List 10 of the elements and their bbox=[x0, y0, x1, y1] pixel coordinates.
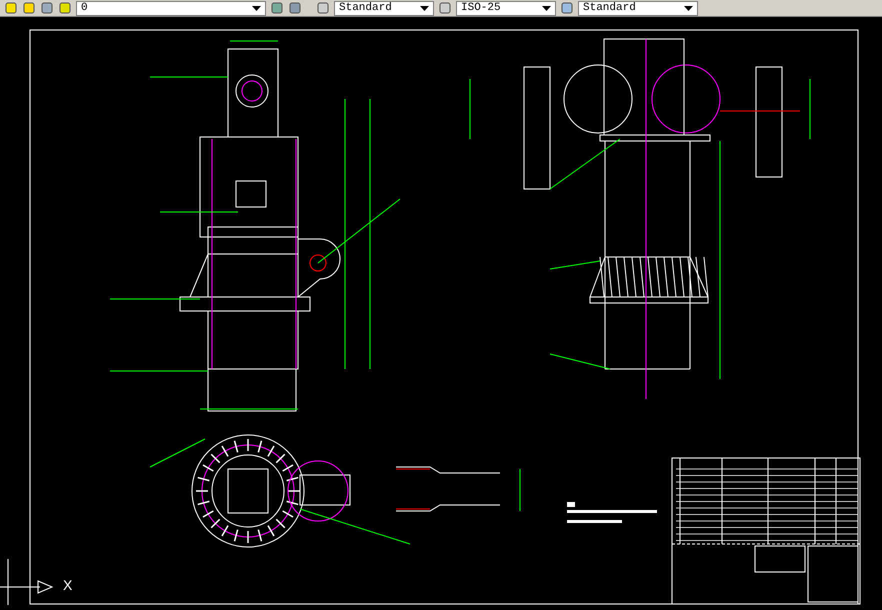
dimension-style-dropdown[interactable]: ISO-25 bbox=[456, 0, 556, 16]
dropdown-caret-icon bbox=[684, 6, 693, 10]
ucs-axis-icon bbox=[0, 558, 54, 605]
axis-label: X bbox=[63, 578, 72, 592]
layer-dropdown[interactable]: 0 bbox=[76, 0, 266, 16]
dropdown-caret-icon bbox=[252, 6, 261, 10]
dropdown-caret-icon bbox=[420, 6, 429, 10]
text-style-dropdown[interactable]: Standard bbox=[334, 0, 434, 16]
table-style-dropdown[interactable]: Standard bbox=[578, 0, 698, 16]
dropdown-caret-icon bbox=[542, 6, 551, 10]
